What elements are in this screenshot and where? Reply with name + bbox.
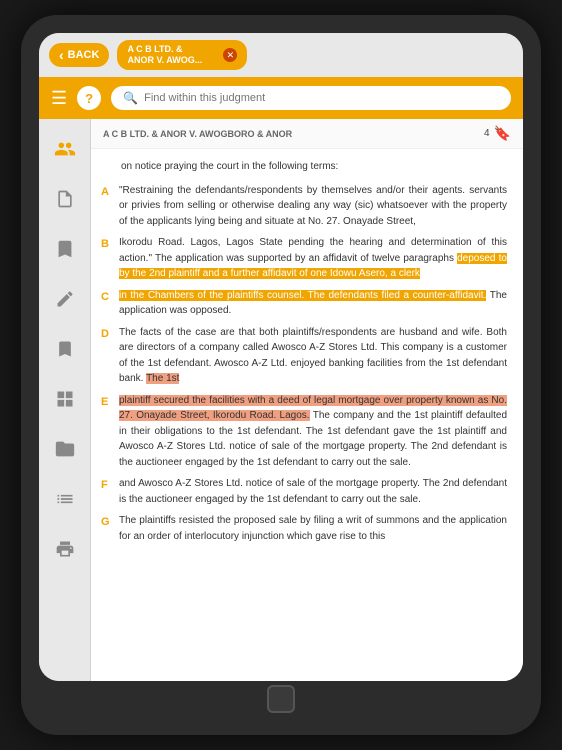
para-text-a: "Restraining the defendants/respondents … (119, 183, 507, 230)
menu-icon[interactable]: ☰ (51, 88, 67, 109)
highlight-b-1: deposed to by the 2nd plaintiff and a fu… (119, 253, 507, 280)
toolbar: ☰ ? 🔍 (39, 77, 523, 119)
search-input[interactable] (144, 92, 499, 104)
back-button[interactable]: ‹ BACK (49, 43, 109, 67)
paragraph-b: B Ikorodu Road. Lagos, Lagos State pendi… (101, 235, 507, 282)
back-button-label: BACK (68, 49, 100, 61)
tablet-screen: ‹ BACK A C B LTD. & ANOR V. AWOG... ✕ ☰ … (39, 33, 523, 681)
tablet-frame: ‹ BACK A C B LTD. & ANOR V. AWOG... ✕ ☰ … (21, 15, 541, 735)
tab-pill[interactable]: A C B LTD. & ANOR V. AWOG... ✕ (117, 40, 247, 70)
page-bookmark-icon[interactable]: 🔖 (494, 125, 511, 142)
para-text-e: plaintiff secured the facilities with a … (119, 393, 507, 471)
search-bar[interactable]: 🔍 (111, 86, 511, 110)
sidebar (39, 119, 91, 681)
content-area: A C B LTD. & ANOR V. AWOGBORO & ANOR 4 🔖… (39, 119, 523, 681)
case-title: A C B LTD. & ANOR V. AWOGBORO & ANOR (103, 129, 292, 139)
para-text-f: and Awosco A-Z Stores Ltd. notice of sal… (119, 476, 507, 507)
help-icon[interactable]: ? (77, 86, 101, 110)
highlight-d-1: The 1st (146, 373, 179, 384)
intro-paragraph: on notice praying the court in the follo… (121, 159, 507, 175)
paragraph-d: D The facts of the case are that both pl… (101, 325, 507, 387)
sidebar-item-people[interactable] (47, 131, 83, 167)
tab-close-button[interactable]: ✕ (223, 48, 237, 62)
top-navigation-bar: ‹ BACK A C B LTD. & ANOR V. AWOG... ✕ (39, 33, 523, 77)
para-text-c: in the Chambers of the plaintiffs counse… (119, 288, 507, 319)
paragraph-g: G The plaintiffs resisted the proposed s… (101, 513, 507, 544)
paragraph-e: E plaintiff secured the facilities with … (101, 393, 507, 471)
sidebar-item-bookmark[interactable] (47, 331, 83, 367)
search-icon: 🔍 (123, 91, 138, 105)
close-icon: ✕ (227, 50, 235, 61)
tab-title-line2: ANOR V. AWOG... (127, 55, 202, 66)
para-text-b: Ikorodu Road. Lagos, Lagos State pending… (119, 235, 507, 282)
para-text-g: The plaintiffs resisted the proposed sal… (119, 513, 507, 544)
home-button-area (39, 681, 523, 717)
highlight-c-1: in the Chambers of the plaintiffs counse… (119, 290, 486, 301)
paragraph-a: A "Restraining the defendants/respondent… (101, 183, 507, 230)
home-button[interactable] (267, 685, 295, 713)
para-label-f: F (101, 476, 113, 507)
document-header: A C B LTD. & ANOR V. AWOGBORO & ANOR 4 🔖 (91, 119, 523, 149)
sidebar-item-print[interactable] (47, 531, 83, 567)
para-label-b: B (101, 235, 113, 282)
paragraph-c: C in the Chambers of the plaintiffs coun… (101, 288, 507, 319)
para-label-a: A (101, 183, 113, 230)
paragraph-f: F and Awosco A-Z Stores Ltd. notice of s… (101, 476, 507, 507)
tab-title-line1: A C B LTD. & (127, 44, 202, 55)
para-label-e: E (101, 393, 113, 471)
sidebar-item-list[interactable] (47, 481, 83, 517)
sidebar-item-pencil[interactable] (47, 281, 83, 317)
para-label-g: G (101, 513, 113, 544)
para-text-d: The facts of the case are that both plai… (119, 325, 507, 387)
sidebar-item-grid[interactable] (47, 381, 83, 417)
document-body: on notice praying the court in the follo… (91, 149, 523, 560)
para-label-c: C (101, 288, 113, 319)
highlight-e-1: plaintiff secured the facilities with a … (119, 395, 507, 422)
document-area[interactable]: A C B LTD. & ANOR V. AWOGBORO & ANOR 4 🔖… (91, 119, 523, 681)
back-arrow-icon: ‹ (59, 47, 64, 63)
sidebar-item-scale[interactable] (47, 231, 83, 267)
sidebar-item-document[interactable] (47, 181, 83, 217)
para-label-d: D (101, 325, 113, 387)
page-info: 4 🔖 (484, 125, 511, 142)
sidebar-item-folder[interactable] (47, 431, 83, 467)
page-number: 4 (484, 128, 490, 139)
